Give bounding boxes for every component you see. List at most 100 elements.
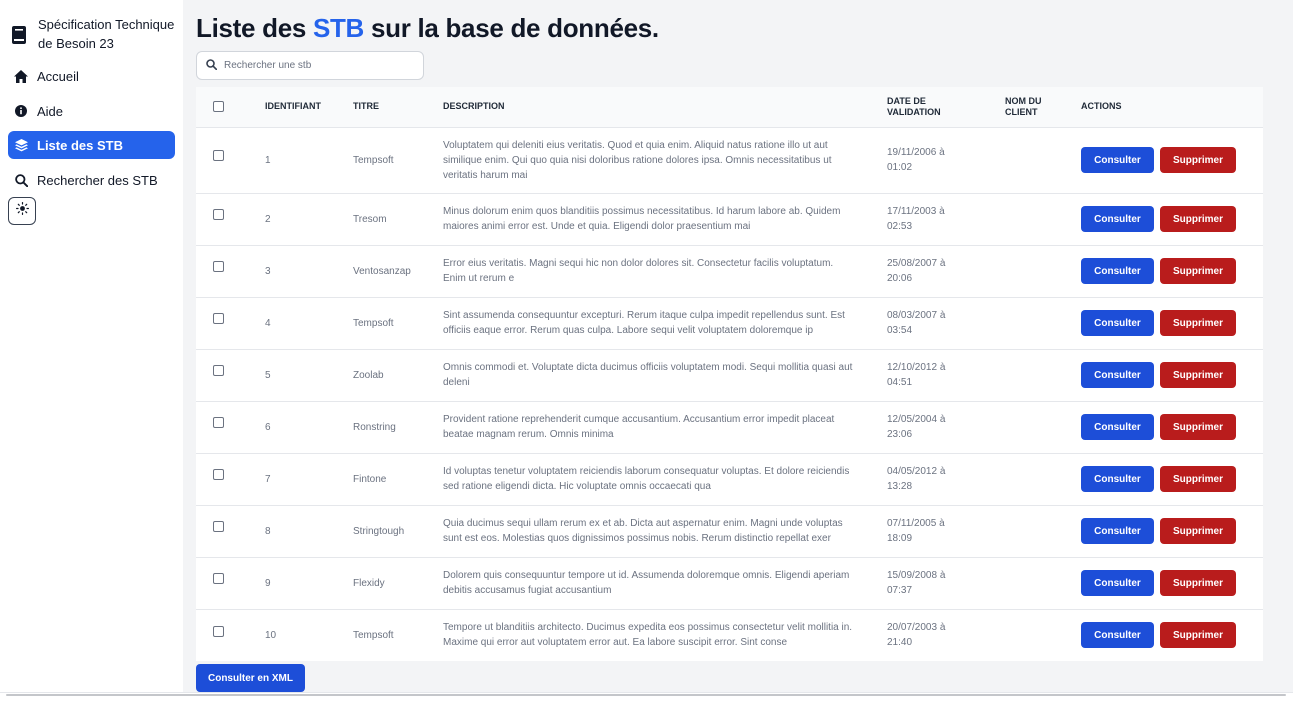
sidebar-item-liste-stb[interactable]: Liste des STB <box>8 131 175 159</box>
column-header[interactable]: IDENTIFIANT <box>265 87 353 127</box>
date-text: 19/11/2006 à 01:02 <box>887 147 945 173</box>
sidebar-item-aide[interactable]: Aide <box>8 97 175 125</box>
theme-toggle-button[interactable] <box>8 197 36 225</box>
sidebar-item-label: Rechercher des STB <box>37 172 158 188</box>
select-all-checkbox[interactable] <box>213 101 224 113</box>
row-checkbox[interactable] <box>213 625 224 637</box>
date-text: 20/07/2003 à 21:40 <box>887 622 946 649</box>
cell-description: Omnis commodi et. Voluptate dicta ducimu… <box>443 362 853 388</box>
sidebar-item-label: Liste des STB <box>37 137 123 153</box>
cell-id: 6 <box>265 421 271 433</box>
date-text: 07/11/2005 à 18:09 <box>887 518 945 544</box>
stb-table-container: IDENTIFIANT TITRE DESCRIPTION DATE DE VA… <box>196 87 1263 661</box>
row-checkbox[interactable] <box>213 365 224 377</box>
delete-button[interactable]: Supprimer <box>1160 147 1236 173</box>
cell-client <box>1005 401 1081 453</box>
sidebar-item-label: Aide <box>37 103 64 119</box>
row-checkbox[interactable] <box>213 150 224 162</box>
date-text: 25/08/2007 à 20:06 <box>887 258 946 284</box>
view-button[interactable]: Consulter <box>1081 147 1154 173</box>
delete-button[interactable]: Supprimer <box>1160 258 1236 284</box>
cell-description: Id voluptas tenetur voluptatem reiciendi… <box>443 466 850 492</box>
view-button[interactable]: Consulter <box>1081 518 1154 544</box>
cell-client <box>1005 609 1081 661</box>
cell-actions: Consulter Supprimer <box>1081 453 1263 505</box>
delete-button[interactable]: Supprimer <box>1160 206 1236 232</box>
delete-button[interactable]: Supprimer <box>1160 518 1236 544</box>
cell-id: 5 <box>265 369 271 381</box>
cell-date: 12/05/2004 à 23:06 <box>887 401 1005 453</box>
date-text: 04/05/2012 à 13:28 <box>887 466 946 492</box>
row-checkbox[interactable] <box>213 573 224 585</box>
view-xml-button[interactable]: Consulter en XML <box>196 664 305 692</box>
delete-button[interactable]: Supprimer <box>1160 570 1236 596</box>
sidebar-item-rechercher[interactable]: Rechercher des STB <box>8 166 175 194</box>
delete-button[interactable]: Supprimer <box>1160 622 1236 649</box>
date-text: 12/05/2004 à 23:06 <box>887 414 946 440</box>
brand-title: Spécification Technique de Besoin 23 <box>38 15 174 53</box>
cell-date: 25/08/2007 à 20:06 <box>887 245 1005 297</box>
horizontal-scrollbar[interactable] <box>0 692 1293 706</box>
cell-description: Voluptatem qui deleniti eius veritatis. … <box>443 139 832 181</box>
table-row: 2 Tresom Minus dolorum enim quos blanditii… <box>196 193 1263 245</box>
cell-date: 19/11/2006 à 01:02 <box>887 127 1005 193</box>
row-checkbox[interactable] <box>213 521 224 533</box>
column-header[interactable]: TITRE <box>353 87 443 127</box>
column-header[interactable]: NOM DU CLIENT <box>1005 87 1081 127</box>
delete-button[interactable]: Supprimer <box>1160 310 1236 336</box>
brand[interactable]: Spécification Technique de Besoin 23 <box>12 15 177 53</box>
row-checkbox[interactable] <box>213 469 224 481</box>
cell-title: Tresom <box>353 213 387 225</box>
view-button[interactable]: Consulter <box>1081 414 1154 440</box>
table-row: 6 Ronstring Provident ratione reprehenderi… <box>196 401 1263 453</box>
cell-actions: Consulter Supprimer <box>1081 557 1263 609</box>
cell-id: 1 <box>265 154 271 166</box>
row-checkbox[interactable] <box>213 261 224 273</box>
cell-id: 9 <box>265 577 271 589</box>
cell-actions: Consulter Supprimer <box>1081 609 1263 661</box>
delete-button[interactable]: Supprimer <box>1160 466 1236 492</box>
brand-line-2: de Besoin 23 <box>38 36 114 51</box>
column-header[interactable]: DATE DE VALIDATION <box>887 87 1005 127</box>
home-icon <box>14 69 28 83</box>
column-header[interactable]: DESCRIPTION <box>443 87 887 127</box>
cell-title: Tempsoft <box>353 317 394 329</box>
cell-description: Error eius veritatis. Magni sequi hic no… <box>443 258 834 284</box>
cell-actions: Consulter Supprimer <box>1081 349 1263 401</box>
search-box[interactable] <box>196 51 424 80</box>
view-button[interactable]: Consulter <box>1081 206 1154 232</box>
table-row: 3 Ventosanzap Error eius veritatis. Magni … <box>196 245 1263 297</box>
view-button[interactable]: Consulter <box>1081 466 1154 492</box>
layers-icon <box>14 138 28 152</box>
view-button[interactable]: Consulter <box>1081 570 1154 596</box>
view-button[interactable]: Consulter <box>1081 310 1154 336</box>
view-button[interactable]: Consulter <box>1081 362 1154 388</box>
cell-date: 12/10/2012 à 04:51 <box>887 349 1005 401</box>
sun-icon <box>15 202 29 220</box>
row-select-cell <box>196 609 265 661</box>
row-checkbox[interactable] <box>213 417 224 429</box>
cell-date: 08/03/2007 à 03:54 <box>887 297 1005 349</box>
cell-id: 3 <box>265 265 271 277</box>
sidebar-item-accueil[interactable]: Accueil <box>8 62 175 90</box>
view-button[interactable]: Consulter <box>1081 622 1154 649</box>
scrollbar-thumb[interactable] <box>6 694 1286 696</box>
row-select-cell <box>196 453 265 505</box>
delete-button[interactable]: Supprimer <box>1160 414 1236 440</box>
cell-title: Ventosanzap <box>353 265 411 277</box>
column-header: ACTIONS <box>1081 101 1122 112</box>
cell-title: Zoolab <box>353 369 384 381</box>
cell-id: 2 <box>265 213 271 225</box>
row-checkbox[interactable] <box>213 209 224 221</box>
search-input[interactable] <box>224 60 414 71</box>
delete-button[interactable]: Supprimer <box>1160 362 1236 388</box>
cell-actions: Consulter Supprimer <box>1081 193 1263 245</box>
row-select-cell <box>196 349 265 401</box>
view-button[interactable]: Consulter <box>1081 258 1154 284</box>
table-row: 9 Flexidy Dolorem quis consequuntur tempor… <box>196 557 1263 609</box>
page-title: Liste des STB sur la base de données. <box>196 13 659 44</box>
cell-title: Flexidy <box>353 577 385 589</box>
row-checkbox[interactable] <box>213 313 224 325</box>
cell-actions: Consulter Supprimer <box>1081 401 1263 453</box>
cell-title: Tempsoft <box>353 154 394 166</box>
